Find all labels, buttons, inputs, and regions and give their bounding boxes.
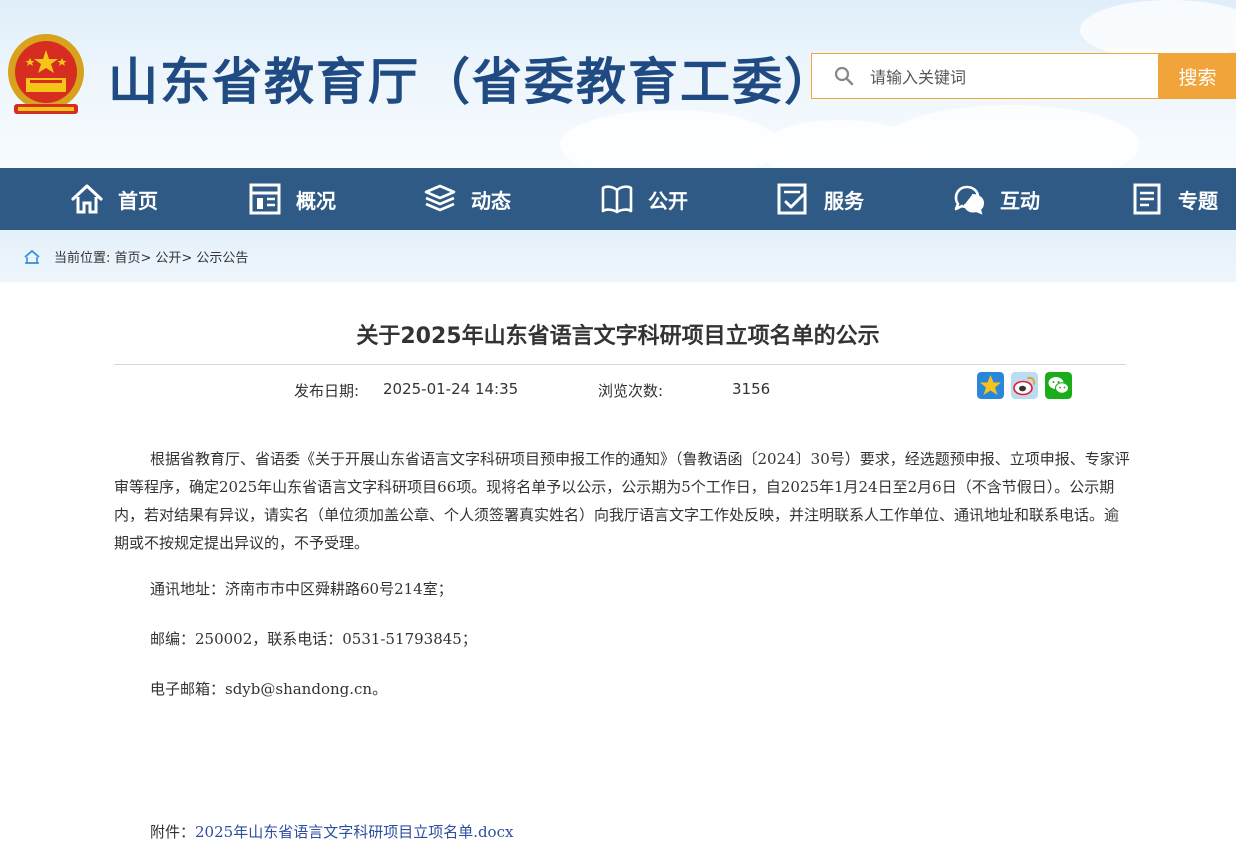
wechat-icon[interactable] (1045, 372, 1072, 399)
search-input[interactable] (868, 62, 1152, 92)
views-label: 浏览次数: (598, 382, 664, 400)
contact-email: 电子邮箱：sdyb@shandong.cn。 (150, 680, 388, 698)
views-count: 3156 (732, 380, 771, 398)
home-icon (71, 184, 103, 214)
national-emblem-icon[interactable] (4, 28, 88, 123)
news-stack-icon (424, 184, 456, 212)
attachment: 附件：2025年山东省语言文字科研项目立项名单.docx (150, 821, 513, 842)
star-share-icon[interactable] (977, 372, 1004, 399)
attachment-link[interactable]: 2025年山东省语言文字科研项目立项名单.docx (195, 823, 513, 841)
article-body: 根据省教育厅、省语委《关于开展山东省语言文字科研项目预申报工作的通知》（鲁教语函… (114, 445, 1130, 557)
title-divider (114, 364, 1126, 365)
article-paragraph: 根据省教育厅、省语委《关于开展山东省语言文字科研项目预申报工作的通知》（鲁教语函… (114, 450, 1130, 552)
breadcrumb-link-home[interactable]: 首页> (115, 247, 152, 266)
open-book-icon (601, 185, 633, 214)
breadcrumb-link-open[interactable]: 公开> (155, 247, 192, 266)
nav-item-home[interactable]: 首页 (70, 168, 158, 230)
nav-item-topics[interactable]: 专题 (1130, 168, 1218, 230)
nav-item-label: 首页 (118, 188, 158, 213)
document-icon (1133, 183, 1161, 215)
nav-item-open[interactable]: 公开 (600, 168, 688, 230)
article-title: 关于2025年山东省语言文字科研项目立项名单的公示 (356, 324, 880, 349)
nav-item-label: 公开 (648, 188, 688, 213)
nav-item-news[interactable]: 动态 (423, 168, 511, 230)
search-box (811, 53, 1159, 99)
home-icon (24, 249, 40, 264)
nav-item-interaction[interactable]: 互动 (952, 168, 1040, 230)
breadcrumb: 当前位置: 首页> 公开> 公示公告 (24, 247, 248, 266)
contact-address: 通讯地址：济南市市中区舜耕路60号214室； (150, 580, 453, 598)
search-icon (834, 66, 854, 86)
cloud-decoration (1080, 0, 1236, 60)
weibo-icon[interactable] (1011, 372, 1038, 399)
publish-date-label: 发布日期: (294, 382, 360, 400)
nav-item-overview[interactable]: 概况 (248, 168, 336, 230)
nav-item-label: 动态 (471, 188, 511, 213)
service-icon (777, 183, 807, 215)
overview-icon (249, 183, 281, 215)
nav-item-label: 专题 (1178, 188, 1218, 213)
site-title: 山东省教育厅（省委教育工委） (108, 53, 836, 111)
nav-item-label: 概况 (296, 188, 336, 213)
site-header: 山东省教育厅（省委教育工委） 搜索 (0, 0, 1236, 168)
breadcrumb-link-notices[interactable]: 公示公告 (196, 247, 248, 266)
nav-item-label: 服务 (824, 188, 864, 213)
publish-date: 2025-01-24 14:35 (383, 380, 519, 398)
nav-item-label: 互动 (1000, 188, 1040, 213)
contact-postcode-phone: 邮编：250002，联系电话：0531-51793845； (150, 630, 477, 648)
main-nav: 首页 概况 动态 公开 服务 互动 专题 (0, 168, 1236, 230)
search-button[interactable]: 搜索 (1159, 53, 1236, 99)
cloud-decoration (560, 110, 780, 168)
attachment-label: 附件： (150, 823, 196, 841)
chat-bubbles-icon (954, 185, 985, 215)
cloud-decoration (880, 105, 1140, 168)
nav-item-service[interactable]: 服务 (776, 168, 864, 230)
breadcrumb-prefix: 当前位置: (54, 251, 115, 266)
breadcrumb-bar: 当前位置: 首页> 公开> 公示公告 (0, 230, 1236, 282)
